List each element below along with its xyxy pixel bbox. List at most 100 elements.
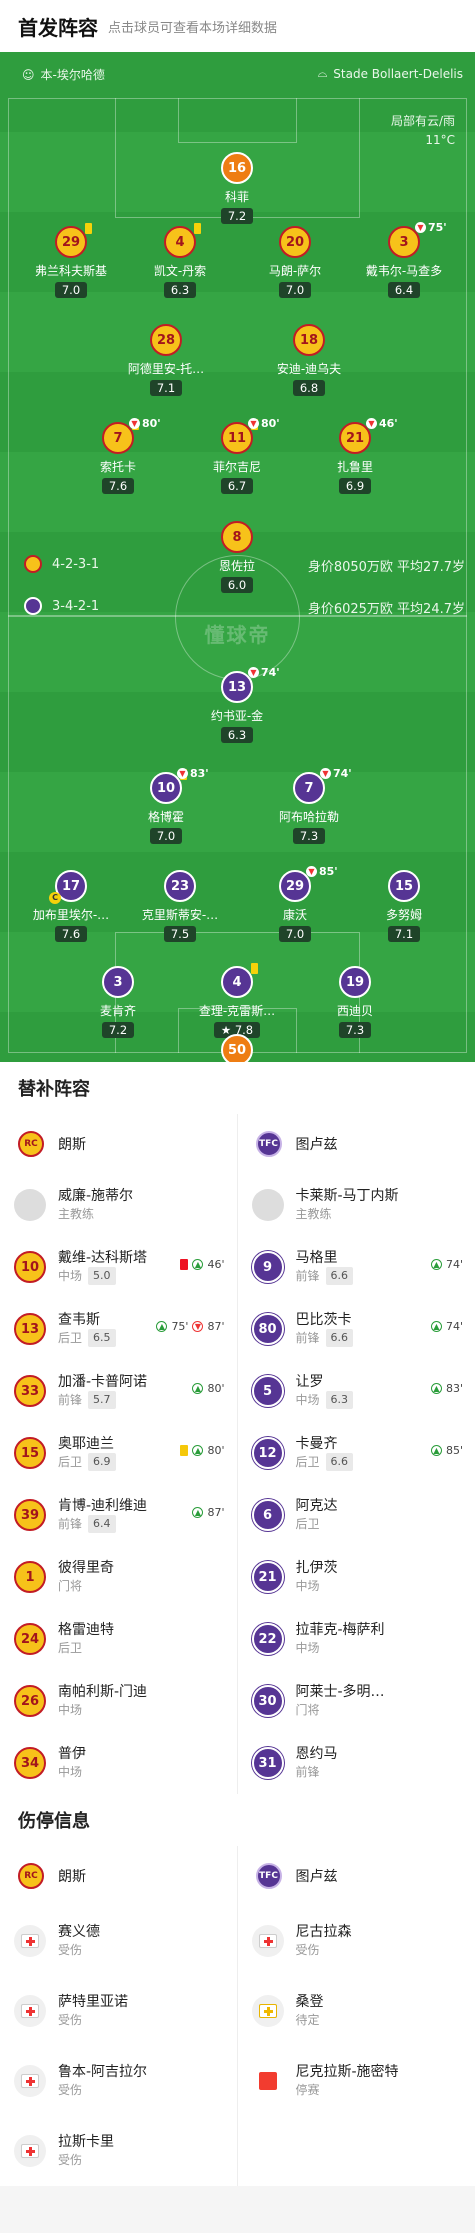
player-home[interactable]: 11 ▼ 80' 菲尔吉尼 6.7 bbox=[187, 417, 287, 494]
injury-icon bbox=[21, 2004, 39, 2018]
injuries-home-team[interactable]: RC 朗斯 bbox=[0, 1846, 237, 1906]
player-away[interactable]: 4 查理-克雷斯… ★ 7.8 bbox=[187, 963, 287, 1038]
sub-player-row[interactable]: 24 格雷迪特 后卫 bbox=[0, 1608, 237, 1670]
sub-player-row[interactable]: 80 巴比茨卡 前锋 6.6 ▲ 74' bbox=[238, 1298, 475, 1360]
sub-events: ▲ 75' ▼ 87' bbox=[156, 1320, 225, 1333]
sub-player-position: 中场 5.0 bbox=[58, 1267, 147, 1285]
player-home[interactable]: 29 弗兰科夫斯基 7.0 bbox=[21, 223, 121, 298]
away-coach[interactable]: 卡莱斯-马丁内斯 主教练 bbox=[238, 1174, 475, 1236]
sub-player-row[interactable]: 22 拉菲克-梅萨利 中场 bbox=[238, 1608, 475, 1670]
injury-icon bbox=[21, 2074, 39, 2088]
sub-player-row[interactable]: 6 阿克达 后卫 bbox=[238, 1484, 475, 1546]
player-away[interactable]: 7 ▼ 74' 阿布哈拉勒 7.3 bbox=[259, 767, 359, 844]
player-name: 麦肯齐 bbox=[99, 1004, 136, 1018]
player-home[interactable]: 18 安迪-迪乌夫 6.8 bbox=[259, 324, 359, 396]
sub-player-row[interactable]: 31 恩约马 前锋 bbox=[238, 1732, 475, 1794]
player-number: 23 bbox=[164, 870, 196, 902]
player-away[interactable]: 17 C 加布里埃尔-… 7.6 bbox=[21, 870, 121, 942]
sub-player-row[interactable]: 33 加潘-卡普阿诺 前锋 5.7 ▲ 80' bbox=[0, 1360, 237, 1422]
player-rating: 7.0 bbox=[278, 926, 312, 942]
sub-player-rating: 6.6 bbox=[325, 1329, 354, 1347]
player-number: 10 ▼ 83' bbox=[150, 767, 209, 804]
sub-player-row[interactable]: 30 阿莱士-多明… 门将 bbox=[238, 1670, 475, 1732]
player-away[interactable]: 13 ▼ 74' 约书亚-金 6.3 bbox=[187, 666, 287, 743]
injury-row[interactable]: 鲁本-阿吉拉尔 受伤 bbox=[0, 2046, 237, 2116]
sub-player-row[interactable]: 10 戴维-达科斯塔 中场 5.0 ▲ 46' bbox=[0, 1236, 237, 1298]
player-number: 13 ▼ 74' bbox=[221, 666, 280, 703]
player-home[interactable]: 20 马朗-萨尔 7.0 bbox=[245, 226, 345, 298]
player-rating: 6.9 bbox=[338, 478, 372, 494]
player-home[interactable]: 3 ▼ 75' 戴韦尔-马查多 6.4 bbox=[354, 221, 454, 298]
sub-off-marker: ▼ 80' bbox=[129, 417, 161, 430]
player-home[interactable]: 28 阿德里安-托… 7.1 bbox=[116, 324, 216, 396]
player-name: 格博霍 bbox=[147, 810, 184, 824]
player-away[interactable]: 15 多努姆 7.1 bbox=[354, 870, 454, 942]
sub-player-name: 扎伊茨 bbox=[295, 1560, 338, 1576]
sub-player-row[interactable]: 39 肯博-迪利维迪 前锋 6.4 ▲ 87' bbox=[0, 1484, 237, 1546]
sub-off-icon: ▼ bbox=[306, 866, 317, 877]
sub-player-info: 扎伊茨 中场 bbox=[296, 1559, 338, 1595]
home-coach[interactable]: 威廉-施蒂尔 主教练 bbox=[0, 1174, 237, 1236]
sub-player-name: 查韦斯 bbox=[58, 1312, 100, 1328]
injury-player-name: 尼克拉斯-施密特 bbox=[295, 2064, 399, 2080]
player-away[interactable]: 23 克里斯蒂安-… 7.5 bbox=[130, 870, 230, 942]
player-number: 17 C bbox=[49, 870, 87, 904]
player-away[interactable]: 3 麦肯齐 7.2 bbox=[68, 966, 168, 1038]
sub-on-icon: ▲ bbox=[430, 1383, 442, 1394]
injuries-away-team[interactable]: TFC 图卢兹 bbox=[238, 1846, 475, 1906]
player-number: 29 bbox=[55, 223, 92, 258]
sub-player-name: 巴比茨卡 bbox=[295, 1312, 352, 1328]
sub-player-row[interactable]: 1 彼得里奇 门将 bbox=[0, 1546, 237, 1608]
sub-player-info: 彼得里奇 门将 bbox=[58, 1559, 114, 1595]
player-number: 21 ▼ 46' bbox=[339, 417, 398, 454]
player-number: 30 bbox=[251, 1685, 284, 1717]
sub-player-row[interactable]: 26 南帕利斯-门迪 中场 bbox=[0, 1670, 237, 1732]
sub-player-name: 卡曼齐 bbox=[295, 1436, 338, 1452]
player-away[interactable]: 10 ▼ 83' 格博霍 7.0 bbox=[116, 767, 216, 844]
sub-player-row[interactable]: 21 扎伊茨 中场 bbox=[238, 1546, 475, 1608]
player-home[interactable]: 4 凯文-丹索 6.3 bbox=[130, 223, 230, 298]
player-away[interactable]: 19 西迪贝 7.3 bbox=[305, 966, 405, 1038]
player-number: 31 bbox=[251, 1747, 284, 1779]
sub-player-info: 加潘-卡普阿诺 前锋 5.7 bbox=[58, 1373, 147, 1409]
injury-row[interactable]: 尼古拉森 受伤 bbox=[238, 1906, 475, 1976]
sub-player-row[interactable]: 5 让罗 中场 6.3 ▲ 83' bbox=[238, 1360, 475, 1422]
sub-player-name: 阿克达 bbox=[295, 1498, 338, 1514]
sub-events: ▲ 80' bbox=[192, 1382, 225, 1395]
sub-player-row[interactable]: 12 卡曼齐 后卫 6.6 ▲ 85' bbox=[238, 1422, 475, 1484]
player-rating: 7.0 bbox=[278, 282, 312, 298]
injury-status-avatar bbox=[14, 2065, 46, 2097]
player-home[interactable]: 7 ▼ 80' 索托卡 7.6 bbox=[68, 417, 168, 494]
sub-events: ▲ 85' bbox=[430, 1444, 463, 1457]
subs-home-team[interactable]: RC 朗斯 bbox=[0, 1114, 237, 1174]
player-number: 4 bbox=[221, 963, 258, 998]
sub-player-position: 中场 6.3 bbox=[296, 1391, 354, 1409]
sub-player-row[interactable]: 15 奥耶迪兰 后卫 6.9 ▲ 80' bbox=[0, 1422, 237, 1484]
player-home[interactable]: 21 ▼ 46' 扎鲁里 6.9 bbox=[305, 417, 405, 494]
injury-row[interactable]: 桑登 待定 bbox=[238, 1976, 475, 2046]
player-away[interactable]: 29 ▼ 85' 康沃 7.0 bbox=[245, 865, 345, 942]
player-number: 12 bbox=[251, 1437, 284, 1469]
sub-player-info: 格雷迪特 后卫 bbox=[58, 1621, 114, 1657]
sub-player-row[interactable]: 13 查韦斯 后卫 6.5 ▲ 75' ▼ 87' bbox=[0, 1298, 237, 1360]
injury-status-avatar bbox=[14, 2135, 46, 2167]
sub-player-row[interactable]: 34 普伊 中场 bbox=[0, 1732, 237, 1794]
injury-row[interactable]: 拉斯卡里 受伤 bbox=[0, 2116, 237, 2186]
sub-off-marker: ▼ 74' bbox=[320, 767, 352, 780]
player-home[interactable]: 8 恩佐拉 6.0 bbox=[187, 521, 287, 593]
injury-info: 赛义德 受伤 bbox=[58, 1923, 100, 1959]
player-number: 13 bbox=[14, 1313, 46, 1345]
player-home[interactable]: 16 科菲 7.2 bbox=[187, 152, 287, 224]
subs-away-team[interactable]: TFC 图卢兹 bbox=[238, 1114, 475, 1174]
home-value: 身价8050万欧 平均27.7岁 bbox=[307, 560, 465, 575]
whistle-icon: ☺ bbox=[22, 67, 35, 82]
injury-row[interactable]: 萨特里亚诺 受伤 bbox=[0, 1976, 237, 2046]
player-away[interactable]: 50雷斯特7.4 bbox=[187, 1034, 287, 1062]
sub-on-icon: ▲ bbox=[192, 1383, 204, 1394]
player-number: 50 bbox=[221, 1034, 253, 1062]
injury-row[interactable]: 赛义德 受伤 bbox=[0, 1906, 237, 1976]
injury-player-name: 赛义德 bbox=[58, 1924, 100, 1940]
injury-row[interactable]: 尼克拉斯-施密特 停赛 bbox=[238, 2046, 475, 2116]
sub-on-icon: ▲ bbox=[430, 1259, 442, 1270]
sub-player-row[interactable]: 9 马格里 前锋 6.6 ▲ 74' bbox=[238, 1236, 475, 1298]
